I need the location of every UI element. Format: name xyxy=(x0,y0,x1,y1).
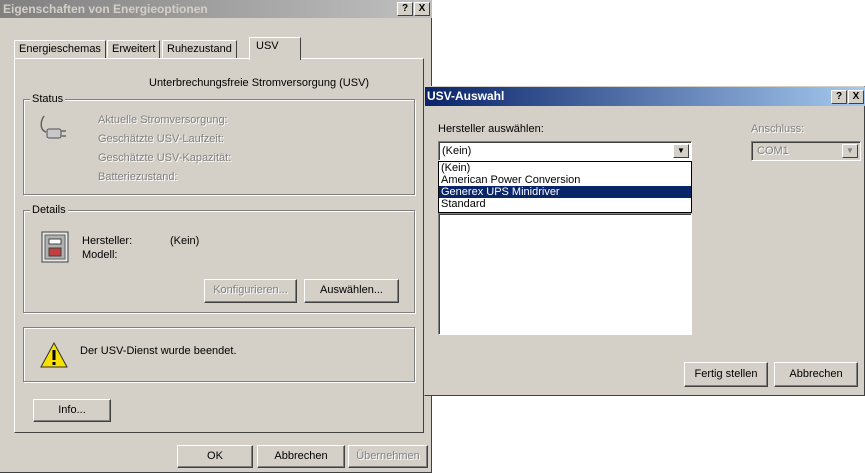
select-button-label: Auswählen... xyxy=(320,284,383,296)
apply-button-label: Übernehmen xyxy=(356,450,420,462)
manufacturer-list: (Kein) American Power Conversion Generex… xyxy=(438,161,692,213)
manufacturer-dropdown-value: (Kein) xyxy=(442,145,472,157)
status-group-label: Status xyxy=(30,93,66,105)
status-line-runtime: Geschätzte USV-Laufzeit: xyxy=(98,133,224,145)
manufacturer-option[interactable]: (Kein) xyxy=(439,162,691,174)
apply-button[interactable]: Übernehmen xyxy=(348,445,428,468)
ok-button-label: OK xyxy=(207,450,223,462)
chevron-down-icon[interactable]: ▼ xyxy=(842,144,858,158)
manufacturer-option[interactable]: Standard xyxy=(439,198,691,210)
warning-text: Der USV-Dienst wurde beendet. xyxy=(80,345,237,357)
usv-heading: Unterbrechungsfreie Stromversorgung (USV… xyxy=(149,77,370,89)
ups-selection-dialog: USV-Auswahl ? X Hersteller auswählen: (K… xyxy=(424,86,865,396)
info-button[interactable]: Info... xyxy=(33,399,111,422)
select-button[interactable]: Auswählen... xyxy=(304,279,399,303)
manufacturer-label: Hersteller: xyxy=(82,235,133,247)
tab-energieschemas[interactable]: Energieschemas xyxy=(14,40,106,59)
info-button-label: Info... xyxy=(58,404,86,416)
ups-device-icon xyxy=(41,231,69,266)
dialog-title-bar[interactable]: USV-Auswahl xyxy=(425,87,865,106)
configure-button[interactable]: Konfigurieren... xyxy=(204,279,297,303)
warning-icon xyxy=(40,341,68,371)
tab-ruhezustand[interactable]: Ruhezustand xyxy=(162,40,237,59)
tab-usv[interactable]: USV xyxy=(249,37,301,60)
window-title: Eigenschaften von Energieoptionen xyxy=(3,2,208,16)
chevron-down-icon[interactable]: ▼ xyxy=(673,144,689,158)
port-label: Anschluss: xyxy=(751,123,805,135)
finish-button[interactable]: Fertig stellen xyxy=(684,362,768,387)
model-list[interactable] xyxy=(438,213,692,335)
ok-button[interactable]: OK xyxy=(177,445,253,468)
configure-button-label: Konfigurieren... xyxy=(213,284,288,296)
window-title-bar[interactable]: Eigenschaften von Energieoptionen xyxy=(0,0,432,18)
dialog-help-button[interactable]: ? xyxy=(831,90,847,104)
status-line-current-power: Aktuelle Stromversorgung: xyxy=(98,114,228,126)
finish-button-label: Fertig stellen xyxy=(694,368,758,380)
manufacturer-option[interactable]: American Power Conversion xyxy=(439,174,691,186)
status-line-capacity: Geschätzte USV-Kapazität: xyxy=(98,152,232,164)
power-options-window: Eigenschaften von Energieoptionen ? X En… xyxy=(0,0,432,473)
cancel-button-label: Abbrechen xyxy=(274,450,328,462)
details-group: Details Hersteller: (Kein) Modell: Konfi… xyxy=(23,204,415,313)
dialog-cancel-button-label: Abbrechen xyxy=(789,368,843,380)
warning-box: Der USV-Dienst wurde beendet. xyxy=(23,327,415,382)
tab-erweitert[interactable]: Erweitert xyxy=(107,40,161,59)
dialog-close-button[interactable]: X xyxy=(848,90,864,104)
help-button[interactable]: ? xyxy=(397,2,413,16)
dialog-title: USV-Auswahl xyxy=(427,89,505,103)
manufacturer-value: (Kein) xyxy=(170,235,200,247)
port-dropdown-value: COM1 xyxy=(757,145,789,157)
details-group-label: Details xyxy=(30,204,68,216)
status-line-battery: Batteriezustand: xyxy=(98,171,178,183)
close-button[interactable]: X xyxy=(414,2,430,16)
power-plug-icon xyxy=(38,114,68,147)
status-group: Status Aktuelle Stromversorgung: Geschät… xyxy=(23,93,415,195)
port-dropdown[interactable]: COM1 ▼ xyxy=(751,141,861,161)
manufacturer-dropdown[interactable]: (Kein) ▼ xyxy=(438,141,692,161)
cancel-button[interactable]: Abbrechen xyxy=(257,445,345,468)
model-label: Modell: xyxy=(82,249,118,261)
manufacturer-option-highlighted[interactable]: Generex UPS Minidriver xyxy=(439,186,691,198)
dialog-cancel-button[interactable]: Abbrechen xyxy=(774,362,858,387)
usv-tab-panel: Unterbrechungsfreie Stromversorgung (USV… xyxy=(14,58,424,433)
manufacturer-select-label: Hersteller auswählen: xyxy=(438,123,544,135)
